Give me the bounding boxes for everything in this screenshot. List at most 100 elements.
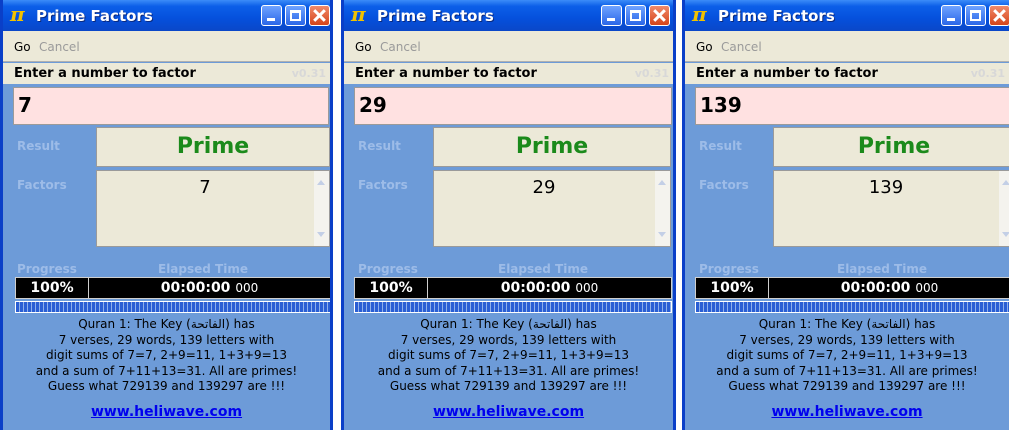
maximize-button[interactable] [285, 5, 306, 26]
factors-value: 139 [868, 177, 904, 198]
prompt-label: Enter a number to factor [696, 66, 878, 81]
progress-label: Progress [17, 262, 77, 276]
factors-scrollbar[interactable] [655, 171, 670, 246]
elapsed-time-ms: 000 [575, 281, 599, 295]
menu-cancel[interactable]: Cancel [721, 40, 762, 54]
window-title: Prime Factors [718, 7, 835, 25]
info-line: and a sum of 7+11+13=31. All are primes! [716, 363, 978, 378]
number-input[interactable]: 7 [13, 87, 329, 125]
scroll-up-icon[interactable] [658, 180, 666, 185]
info-text: Quran 1: The Key (الفاتحة) has 7 verses,… [3, 317, 330, 395]
factors-label: Factors [699, 178, 749, 192]
prompt-label: Enter a number to factor [14, 66, 196, 81]
progress-fill [696, 302, 1009, 312]
scroll-down-icon[interactable] [1002, 232, 1009, 237]
elapsed-time-value: 00:00:00 [160, 280, 231, 296]
minimize-button[interactable] [601, 5, 622, 26]
result-label: Result [358, 139, 401, 153]
number-input[interactable]: 29 [354, 87, 672, 125]
info-line: Quran 1: The Key (الفاتحة) has [758, 317, 936, 331]
title-bar[interactable]: π Prime Factors [685, 0, 1009, 31]
title-bar[interactable]: π Prime Factors [3, 0, 330, 31]
prime-factors-window-1: π Prime Factors Go Cancel Enter a number… [0, 0, 333, 430]
elapsed-label: Elapsed Time [498, 262, 588, 276]
factors-list[interactable]: 7 [96, 170, 330, 247]
maximize-button[interactable] [625, 5, 646, 26]
website-link[interactable]: www.heliwave.com [685, 404, 1009, 420]
progress-bar [354, 301, 672, 313]
info-line: 7 verses, 29 words, 139 letters with [58, 332, 275, 347]
elapsed-label: Elapsed Time [837, 262, 927, 276]
info-text: Quran 1: The Key (الفاتحة) has 7 verses,… [685, 317, 1009, 395]
pi-icon: π [692, 2, 707, 26]
scroll-up-icon[interactable] [317, 180, 325, 185]
number-input[interactable]: 139 [695, 87, 1009, 125]
info-text: Quran 1: The Key (الفاتحة) has 7 verses,… [344, 317, 673, 395]
prompt-row: Enter a number to factor v0.31 [685, 63, 1009, 84]
close-button[interactable] [649, 5, 670, 26]
elapsed-time-value: 00:00:00 [500, 280, 571, 296]
menu-bar: Go Cancel [685, 31, 1009, 62]
close-button[interactable] [989, 5, 1009, 26]
progress-label: Progress [358, 262, 418, 276]
elapsed-time-ms: 000 [915, 281, 939, 295]
elapsed-time-ms: 000 [235, 281, 259, 295]
menu-bar: Go Cancel [3, 31, 330, 62]
version-label: v0.31 [970, 67, 1005, 80]
info-line: 7 verses, 29 words, 139 letters with [400, 332, 617, 347]
menu-cancel[interactable]: Cancel [380, 40, 421, 54]
scroll-down-icon[interactable] [658, 232, 666, 237]
info-line: Guess what 729139 and 139297 are !!! [728, 379, 966, 394]
elapsed-time-value: 00:00:00 [840, 280, 911, 296]
prime-factors-window-2: π Prime Factors Go Cancel Enter a number… [341, 0, 676, 430]
website-link[interactable]: www.heliwave.com [3, 404, 330, 420]
elapsed-time: 00:00:00 000 [89, 278, 330, 298]
factors-list[interactable]: 29 [433, 170, 671, 247]
elapsed-label: Elapsed Time [158, 262, 248, 276]
info-line: Quran 1: The Key (الفاتحة) has [78, 317, 255, 331]
info-line: Quran 1: The Key (الفاتحة) has [420, 317, 597, 331]
version-label: v0.31 [634, 67, 669, 80]
pi-icon: π [10, 2, 25, 26]
info-line: digit sums of 7=7, 2+9=11, 1+3+9=13 [726, 348, 968, 363]
maximize-button[interactable] [965, 5, 986, 26]
factors-scrollbar[interactable] [314, 171, 329, 246]
result-box: Prime [773, 127, 1009, 167]
menu-go[interactable]: Go [355, 40, 372, 54]
website-link[interactable]: www.heliwave.com [344, 404, 673, 420]
minimize-button[interactable] [261, 5, 282, 26]
progress-fill [355, 302, 671, 312]
status-row: 100% 00:00:00 000 [15, 277, 330, 299]
minimize-button[interactable] [941, 5, 962, 26]
info-line: digit sums of 7=7, 2+9=11, 1+3+9=13 [46, 348, 287, 363]
info-line: digit sums of 7=7, 2+9=11, 1+3+9=13 [388, 348, 629, 363]
close-button[interactable] [309, 5, 330, 26]
menu-cancel[interactable]: Cancel [39, 40, 80, 54]
menu-go[interactable]: Go [696, 40, 713, 54]
progress-fill [16, 302, 330, 312]
factors-label: Factors [17, 178, 67, 192]
elapsed-time: 00:00:00 000 [428, 278, 671, 298]
scroll-down-icon[interactable] [317, 232, 325, 237]
prompt-row: Enter a number to factor v0.31 [344, 63, 673, 84]
progress-bar [695, 301, 1009, 313]
progress-bar [15, 301, 330, 313]
result-label: Result [17, 139, 60, 153]
scroll-up-icon[interactable] [1002, 180, 1009, 185]
factors-value: 29 [532, 177, 556, 198]
menu-go[interactable]: Go [14, 40, 31, 54]
window-title: Prime Factors [36, 7, 153, 25]
factors-scrollbar[interactable] [999, 171, 1009, 246]
result-box: Prime [433, 127, 671, 167]
result-label: Result [699, 139, 742, 153]
info-line: and a sum of 7+11+13=31. All are primes! [35, 363, 298, 378]
prompt-row: Enter a number to factor v0.31 [3, 63, 330, 84]
pi-icon: π [351, 2, 366, 26]
title-bar[interactable]: π Prime Factors [344, 0, 673, 31]
progress-label: Progress [699, 262, 759, 276]
prime-factors-window-3: π Prime Factors Go Cancel Enter a number… [682, 0, 1009, 430]
factors-list[interactable]: 139 [773, 170, 1009, 247]
progress-percent: 100% [696, 278, 769, 298]
version-label: v0.31 [291, 67, 326, 80]
info-line: Guess what 729139 and 139297 are !!! [47, 379, 286, 394]
